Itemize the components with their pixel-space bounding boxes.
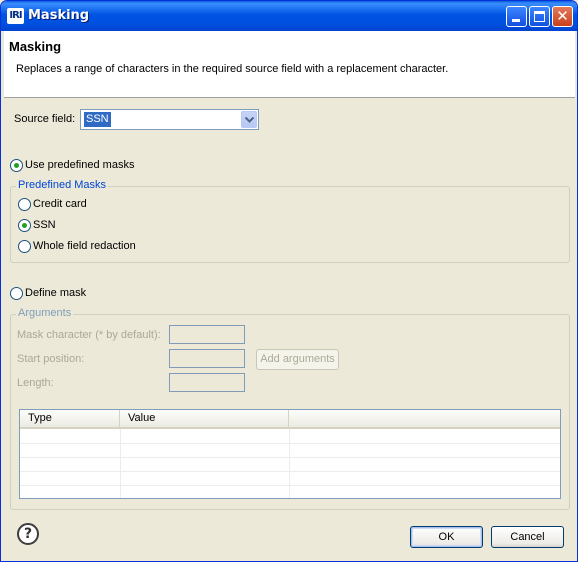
page-title: Masking — [9, 39, 62, 54]
table-header: Type Value — [20, 410, 560, 429]
use-predefined-radio[interactable] — [10, 159, 23, 172]
maximize-button[interactable] — [529, 6, 550, 27]
table-row — [20, 485, 560, 486]
source-field-select[interactable]: SSN — [80, 109, 259, 130]
source-field-label: Source field: — [14, 113, 76, 125]
whole-field-redaction-label[interactable]: Whole field redaction — [33, 240, 136, 252]
page-description: Replaces a range of characters in the re… — [16, 63, 449, 75]
arguments-table[interactable]: Type Value — [19, 409, 561, 499]
arguments-title: Arguments — [16, 307, 74, 319]
ssn-label[interactable]: SSN — [33, 219, 56, 231]
mask-character-field[interactable] — [169, 325, 245, 344]
define-mask-label[interactable]: Define mask — [25, 287, 86, 299]
predefined-masks-title: Predefined Masks — [16, 179, 109, 191]
length-field[interactable] — [169, 373, 245, 392]
masking-dialog: IRI Masking ✕ Masking Replaces a range o… — [0, 0, 578, 562]
iri-logo-icon: IRI — [7, 8, 24, 24]
start-position-label: Start position: — [17, 353, 85, 365]
chevron-down-icon[interactable] — [241, 111, 257, 128]
close-button[interactable]: ✕ — [552, 6, 573, 27]
minimize-button[interactable] — [506, 6, 527, 27]
whole-field-redaction-radio[interactable] — [18, 240, 31, 253]
add-arguments-button[interactable]: Add arguments — [256, 349, 339, 370]
close-icon: ✕ — [556, 7, 569, 25]
maximize-icon — [534, 11, 545, 22]
header-banner: Masking Replaces a range of characters i… — [4, 31, 575, 98]
title-bar[interactable]: IRI Masking ✕ — [1, 1, 577, 31]
column-header-value[interactable]: Value — [120, 410, 289, 427]
minimize-icon — [512, 19, 520, 22]
table-row — [20, 443, 560, 444]
cancel-button[interactable]: Cancel — [491, 526, 564, 548]
table-row — [20, 471, 560, 472]
length-label: Length: — [17, 377, 54, 389]
credit-card-label[interactable]: Credit card — [33, 198, 87, 210]
ok-button[interactable]: OK — [410, 526, 483, 548]
table-row — [20, 457, 560, 458]
window-title: Masking — [28, 8, 90, 23]
use-predefined-label[interactable]: Use predefined masks — [25, 159, 134, 171]
credit-card-radio[interactable] — [18, 198, 31, 211]
column-divider — [289, 429, 290, 498]
source-field-value: SSN — [84, 112, 111, 127]
ssn-radio[interactable] — [18, 219, 31, 232]
column-header-type[interactable]: Type — [20, 410, 120, 427]
help-icon[interactable]: ? — [17, 523, 39, 545]
mask-character-label: Mask character (* by default): — [17, 329, 161, 341]
define-mask-radio[interactable] — [10, 287, 23, 300]
start-position-field[interactable] — [169, 349, 245, 368]
column-divider — [120, 429, 121, 498]
